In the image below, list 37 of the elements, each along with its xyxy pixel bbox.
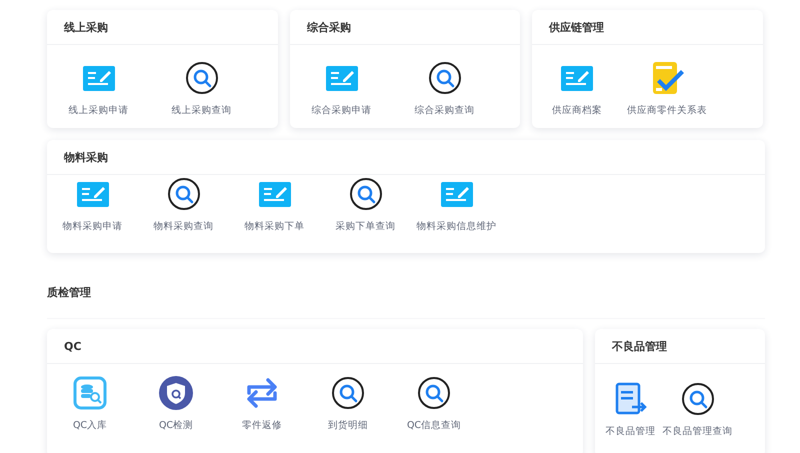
- menu-item[interactable]: 供应商零件关系表: [622, 61, 712, 117]
- checklist-icon: [650, 61, 684, 95]
- card-title: 供应链管理: [549, 20, 604, 34]
- menu-item[interactable]: 线上采购申请: [47, 61, 150, 117]
- menu-item[interactable]: 物料采购信息维护: [411, 177, 502, 233]
- menu-item[interactable]: 物料采购下单: [229, 177, 320, 233]
- menu-item[interactable]: 零件返修: [219, 376, 305, 432]
- menu-item[interactable]: QC检测: [133, 376, 219, 432]
- database-search-icon: [73, 376, 107, 410]
- card-title: 线上采购: [64, 20, 108, 34]
- section-title: 质检管理: [47, 286, 91, 299]
- menu-item[interactable]: 不良品管理: [597, 382, 664, 438]
- menu-item[interactable]: 采购下单查询: [320, 177, 411, 233]
- search-icon: [428, 61, 462, 95]
- menu-item[interactable]: 物料采购申请: [47, 177, 138, 233]
- search-icon: [184, 61, 218, 95]
- document-export-icon: [614, 382, 648, 416]
- search-icon: [166, 177, 200, 211]
- menu-item[interactable]: 供应商档案: [532, 61, 622, 117]
- swap-arrows-icon: [245, 376, 279, 410]
- card-title: 综合采购: [307, 20, 351, 34]
- menu-item[interactable]: QC信息查询: [391, 376, 477, 432]
- search-icon: [417, 376, 451, 410]
- menu-item[interactable]: 物料采购查询: [138, 177, 229, 233]
- search-icon: [348, 177, 382, 211]
- menu-item[interactable]: 综合采购申请: [290, 61, 393, 117]
- card-title: QC: [64, 340, 82, 352]
- menu-item[interactable]: 线上采购查询: [150, 61, 253, 117]
- search-icon: [680, 382, 714, 416]
- shield-icon: [159, 376, 193, 410]
- card-title: 不良品管理: [612, 338, 667, 354]
- card-title: 物料采购: [64, 150, 108, 164]
- menu-item[interactable]: QC入库: [47, 376, 133, 432]
- search-icon: [331, 376, 365, 410]
- menu-item[interactable]: 到货明细: [305, 376, 391, 432]
- menu-item[interactable]: 不良品管理查询: [664, 382, 731, 438]
- menu-item[interactable]: 综合采购查询: [393, 61, 496, 117]
